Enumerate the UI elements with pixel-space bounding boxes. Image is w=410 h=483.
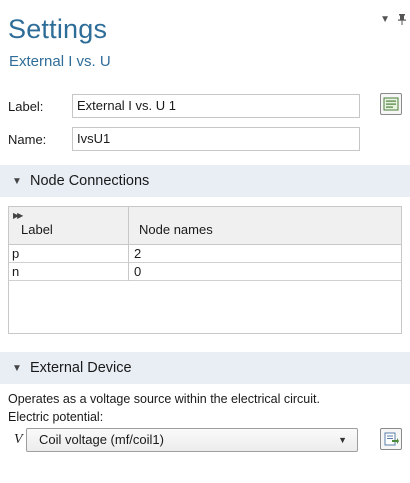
table-cell-label: n [9, 263, 129, 281]
go-to-source-button[interactable] [380, 428, 402, 450]
table-row[interactable]: n 0 [9, 263, 401, 281]
section-node-connections[interactable]: ▼ Node Connections [0, 165, 410, 197]
variable-symbol: V [14, 432, 23, 447]
node-connections-table: ▶▶ Label Node names p 2 n 0 [8, 206, 402, 334]
chevron-down-icon[interactable]: ▼ [380, 14, 390, 29]
collapse-triangle-icon: ▼ [12, 362, 22, 374]
select-value: Coil voltage (mf/coil1) [39, 432, 164, 447]
text-doc-icon [383, 97, 399, 111]
electric-potential-label: Electric potential: [8, 410, 104, 424]
description-text: Operates as a voltage source within the … [8, 392, 320, 406]
label-caption: Label: [8, 98, 44, 114]
chevron-down-icon: ▼ [338, 435, 347, 445]
table-row[interactable]: p 2 [9, 245, 401, 263]
electric-potential-row: V Coil voltage (mf/coil1) ▼ [8, 428, 402, 452]
collapse-triangle-icon: ▼ [12, 175, 22, 187]
settings-header: Settings External I vs. U ▼ [0, 0, 410, 92]
show-label-button[interactable] [380, 93, 402, 115]
name-caption: Name: [8, 131, 47, 147]
column-header-node-names[interactable]: Node names [129, 207, 401, 245]
table-header: ▶▶ Label Node names [9, 207, 401, 245]
page-subtitle: External I vs. U [9, 53, 111, 70]
column-header-label[interactable]: ▶▶ Label [9, 207, 129, 245]
table-cell-label: p [9, 245, 129, 263]
table-cell-node[interactable]: 0 [129, 263, 401, 281]
section-external-device[interactable]: ▼ External Device [0, 352, 410, 384]
go-to-source-icon [384, 432, 399, 446]
pin-icon[interactable] [398, 14, 406, 29]
table-cell-node[interactable]: 2 [129, 245, 401, 263]
expand-arrows-icon[interactable]: ▶▶ [13, 211, 23, 220]
name-input[interactable]: IvsU1 [72, 127, 360, 151]
header-icons: ▼ [380, 14, 406, 29]
name-field-row: Name: IvsU1 [8, 127, 360, 151]
electric-potential-select[interactable]: Coil voltage (mf/coil1) ▼ [26, 428, 358, 452]
page-title: Settings [8, 14, 108, 44]
section-title: External Device [30, 360, 132, 376]
label-input[interactable]: External I vs. U 1 [72, 94, 360, 118]
label-field-row: Label: External I vs. U 1 [8, 94, 360, 118]
section-title: Node Connections [30, 173, 150, 189]
